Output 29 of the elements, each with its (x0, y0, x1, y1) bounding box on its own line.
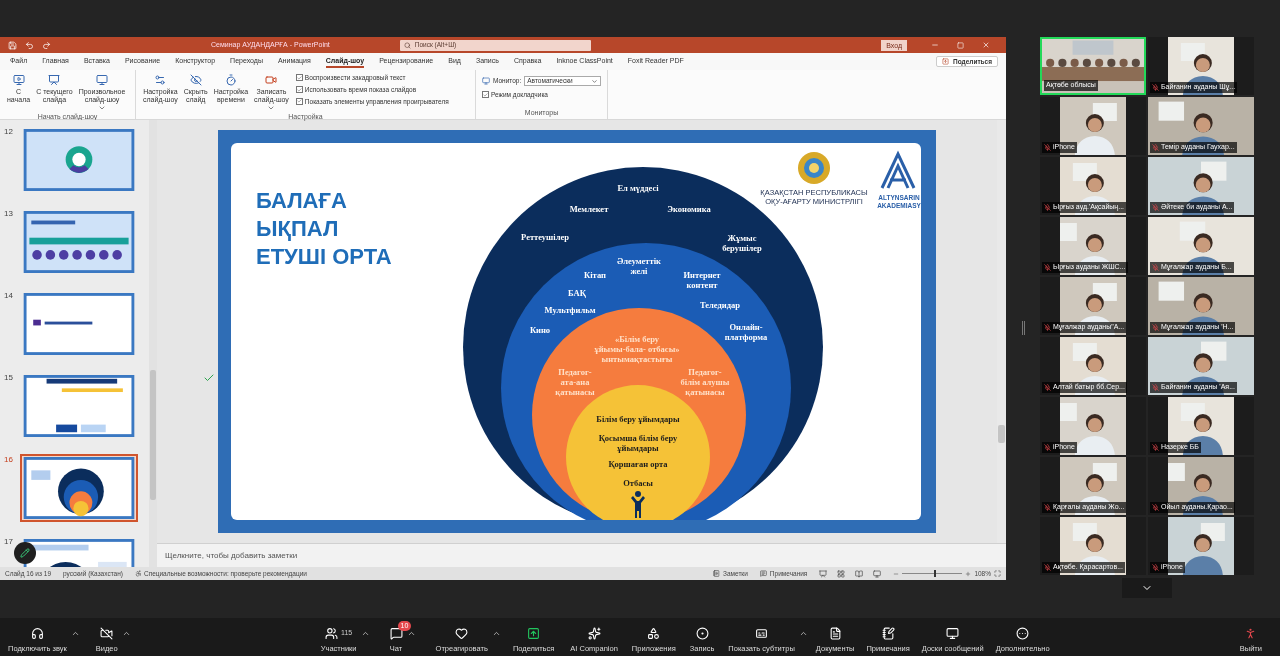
ring-label: Мемлекет (569, 204, 609, 214)
slide-number: 13 (4, 208, 14, 220)
ring-label: Педагог- білім алушы қатынасы (680, 367, 730, 397)
ring-label: Теледидар (700, 300, 740, 310)
slide-number: 15 (4, 372, 14, 384)
ring-label: Мультфильм (544, 305, 596, 315)
notes-pane[interactable]: Щелкните, чтобы добавить заметки (157, 543, 1006, 567)
ring-label: Кино (529, 325, 551, 335)
ring-label: Реттеушілер (521, 232, 569, 242)
ring-label: Қосымша білім беру ұйымдары (598, 433, 678, 453)
slide-number: 12 (4, 126, 14, 138)
ring-label: БАҚ (568, 288, 586, 298)
slide-number: 16 (4, 454, 14, 466)
ring-label: Жұмыс берушілер (722, 233, 762, 253)
ring-label: Педагог- ата-ана қатынасы (555, 367, 595, 397)
notes-placeholder: Щелкните, чтобы добавить заметки (165, 549, 298, 562)
ring-label: Интернет контент (683, 270, 721, 290)
ring-label: Экономика (667, 204, 711, 214)
slide-title: БАЛАҒА ЫҚПАЛ ЕТУШІ ОРТА (256, 188, 392, 269)
ring-label: «Білім беру ұйымы-бала- отбасы» ынтымақтастығы (594, 334, 680, 364)
ring-label: Онлайн- платформа (724, 322, 768, 342)
ring-label: Ел мүддесі (617, 183, 659, 193)
ring-label: Қоршаған орта (608, 459, 668, 469)
ring-label: Кітап (584, 270, 606, 280)
slide-number: 14 (4, 290, 14, 302)
slide-number: 17 (4, 536, 14, 548)
ring-label: Отбасы (623, 478, 653, 488)
ring-label: Әлеуметтік желі (617, 256, 661, 276)
ring-label: Білім беру ұйымдары (596, 414, 680, 424)
